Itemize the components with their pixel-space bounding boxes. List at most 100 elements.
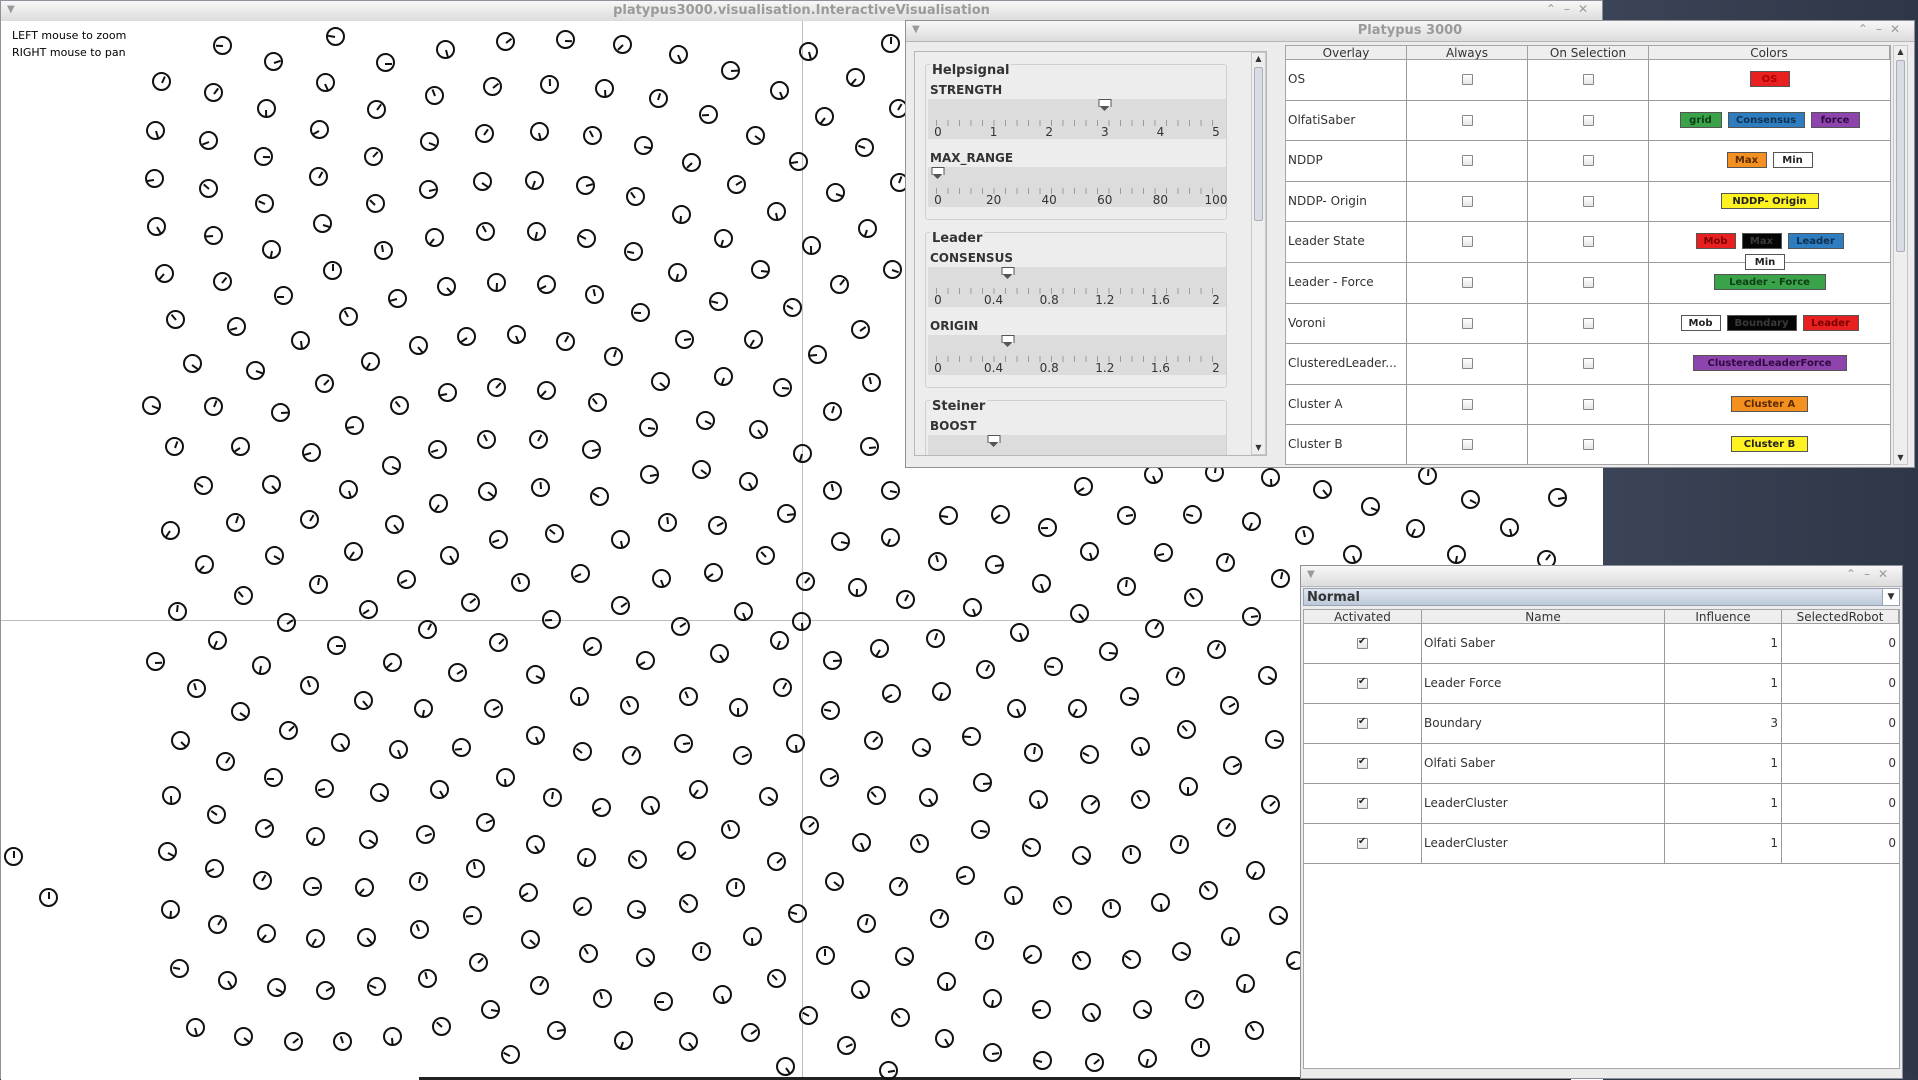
controller-row[interactable]: Boundary 3 0 [1304,704,1899,744]
on-selection-checkbox[interactable] [1583,195,1594,207]
color-button[interactable]: Boundary [1726,314,1797,331]
activated-checkbox[interactable] [1357,756,1368,769]
selected-robot-cell[interactable]: 0 [1782,784,1899,823]
scroll-up-arrow[interactable]: ▲ [1894,46,1907,58]
scroll-thumb[interactable] [1254,67,1263,221]
slider-origin[interactable]: 0 0.4 0.8 1.2 1.6 2 [928,335,1226,375]
color-button[interactable]: Leader [1787,233,1844,250]
always-checkbox[interactable] [1462,358,1473,370]
on-selection-checkbox[interactable] [1583,74,1594,85]
color-button[interactable]: Mob [1680,314,1721,331]
influence-cell[interactable]: 1 [1665,624,1782,663]
on-selection-checkbox[interactable] [1583,358,1594,370]
tick-label: 80 [1152,193,1169,207]
selected-robot-cell[interactable]: 0 [1782,824,1899,863]
scroll-up-arrow[interactable]: ▲ [1252,53,1265,65]
robot [256,924,276,944]
robot [266,978,286,998]
controller-row[interactable]: LeaderCluster 1 0 [1304,824,1899,864]
controller-row[interactable]: Olfati Saber 1 0 [1304,624,1899,664]
color-button[interactable]: Max [1726,152,1767,169]
robot [1067,698,1087,718]
influence-cell[interactable]: 1 [1665,824,1782,863]
scroll-down-arrow[interactable]: ▼ [1252,442,1265,454]
control-titlebar[interactable]: ▼ Platypus 3000 ⌃–✕ [906,21,1914,42]
on-selection-checkbox[interactable] [1583,114,1594,126]
influence-cell[interactable]: 1 [1665,744,1782,783]
window-controls[interactable]: ⌃–✕ [1546,2,1596,16]
always-checkbox[interactable] [1462,398,1473,410]
slider-max_range[interactable]: 0 20 40 60 80 100 [928,167,1227,207]
slider-consensus[interactable]: 0 0.4 0.8 1.2 1.6 2 [928,267,1226,307]
always-checkbox[interactable] [1462,317,1473,329]
color-button[interactable]: Cluster B [1731,436,1808,453]
on-selection-checkbox[interactable] [1583,398,1594,410]
slider-thumb[interactable] [1001,335,1014,348]
robot [542,788,562,808]
slider-scrollbar[interactable]: ▲ ▼ [1251,52,1266,455]
activated-checkbox[interactable] [1357,836,1368,849]
activated-checkbox[interactable] [1357,716,1368,729]
tick-label: 2 [1045,125,1054,139]
selected-robot-cell[interactable]: 0 [1782,624,1899,663]
on-selection-checkbox[interactable] [1583,236,1594,248]
slider-thumb[interactable] [1001,267,1014,280]
always-checkbox[interactable] [1462,236,1473,248]
color-button[interactable]: Max [1741,233,1782,250]
visualisation-titlebar[interactable]: ▼ platypus3000.visualisation.Interactive… [1,1,1602,22]
color-button[interactable]: ClusteredLeaderForce [1692,355,1847,372]
always-checkbox[interactable] [1462,114,1473,126]
selected-robot-cell[interactable]: 0 [1782,704,1899,743]
chevron-down-icon[interactable]: ▼ [1882,589,1899,605]
color-button[interactable]: grid [1679,111,1722,128]
always-checkbox[interactable] [1462,74,1473,85]
slider-boost[interactable]: 012345 [928,435,1226,455]
window-controls[interactable]: ⌃–✕ [1858,22,1908,36]
window-controls[interactable]: ⌃–✕ [1846,567,1896,581]
robot [799,816,819,836]
selected-robot-cell[interactable]: 0 [1782,664,1899,703]
controller-titlebar[interactable]: ▼ ⌃–✕ [1301,566,1902,587]
on-selection-checkbox[interactable] [1583,317,1594,329]
color-button[interactable]: NDDP- Origin [1720,192,1819,209]
slider-thumb[interactable] [987,435,1001,448]
on-selection-checkbox[interactable] [1583,155,1594,167]
influence-cell[interactable]: 3 [1665,704,1782,743]
overlay-scrollbar[interactable]: ▲ ▼ [1893,45,1908,465]
influence-cell[interactable]: 1 [1665,664,1782,703]
influence-cell[interactable]: 1 [1665,784,1782,823]
robot [468,952,488,972]
slider-thumb[interactable] [931,167,945,180]
robot [408,336,428,356]
robot [1343,545,1363,565]
scroll-down-arrow[interactable]: ▼ [1894,452,1907,464]
mode-select[interactable]: Normal ▼ [1303,588,1900,606]
color-button[interactable]: Cluster A [1731,395,1808,412]
color-button[interactable]: Consensus [1727,111,1805,128]
always-checkbox[interactable] [1462,155,1473,167]
color-button[interactable]: Mob [1695,233,1736,250]
activated-cell [1304,664,1422,703]
always-checkbox[interactable] [1462,277,1473,288]
window-menu-icon[interactable]: ▼ [1307,569,1315,580]
always-checkbox[interactable] [1462,439,1473,451]
controller-row[interactable]: Leader Force 1 0 [1304,664,1899,704]
color-button[interactable]: OS [1749,71,1790,87]
slider-thumb[interactable] [1098,99,1112,112]
activated-checkbox[interactable] [1357,676,1368,689]
always-checkbox[interactable] [1462,195,1473,207]
robot [204,396,224,416]
controller-row[interactable]: Olfati Saber 1 0 [1304,744,1899,784]
on-selection-checkbox[interactable] [1583,439,1594,451]
controller-row[interactable]: LeaderCluster 1 0 [1304,784,1899,824]
scroll-thumb[interactable] [1896,60,1905,252]
activated-checkbox[interactable] [1357,796,1368,809]
slider-strength[interactable]: 0 1 2 3 4 5 [928,99,1226,139]
on-selection-checkbox[interactable] [1583,277,1594,288]
color-button[interactable]: force [1810,111,1860,128]
color-button[interactable]: Leader [1802,314,1859,331]
color-button[interactable]: Min [1772,152,1813,169]
activated-checkbox[interactable] [1357,636,1368,649]
color-button[interactable]: Leader - Force [1713,274,1826,290]
selected-robot-cell[interactable]: 0 [1782,744,1899,783]
